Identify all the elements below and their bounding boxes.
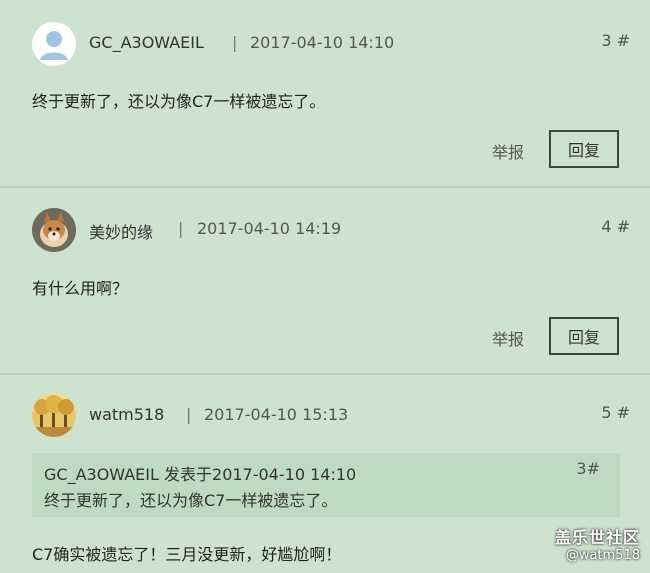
post-floor-4: 美妙的缘 | 2017-04-10 14:19 4 # 有什么用啊？ 举报 回复	[0, 186, 650, 374]
quote-floor-number: 3#	[576, 459, 600, 478]
post-floor-3: GC_A3OWAEIL | 2017-04-10 14:10 3 # 终于更新了…	[0, 0, 650, 186]
username[interactable]: 美妙的缘	[89, 219, 153, 243]
post-time: 2017-04-10 15:13	[204, 405, 349, 424]
autumn-trees-avatar[interactable]	[32, 393, 76, 437]
quoted-reply: GC_A3OWAEIL 发表于2017-04-10 14:10 终于更新了，还以…	[32, 453, 620, 517]
reply-label: 回复	[567, 328, 600, 347]
post-content: 有什么用啊？	[32, 279, 129, 298]
floor-number: 4 #	[601, 217, 630, 236]
post-content: C7确实被遗忘了！三月没更新，好尴尬啊！	[32, 545, 342, 564]
community-watermark: 盖乐世社区 @watm518	[555, 524, 640, 563]
post-time: 2017-04-10 14:10	[250, 33, 395, 52]
report-button[interactable]: 举报	[492, 326, 524, 350]
username[interactable]: GC_A3OWAEIL	[89, 33, 204, 52]
report-button[interactable]: 举报	[492, 139, 524, 163]
reply-button[interactable]: 回复	[549, 317, 619, 355]
reply-label: 回复	[567, 141, 600, 160]
default-user-icon[interactable]	[32, 22, 76, 66]
post-floor-5: watm518 | 2017-04-10 15:13 5 # GC_A3OWAE…	[0, 373, 650, 573]
username[interactable]: watm518	[89, 405, 164, 424]
floor-number: 3 #	[601, 31, 630, 50]
quote-text: 终于更新了，还以为像C7一样被遗忘了。	[44, 491, 338, 510]
dog-photo-avatar[interactable]	[32, 208, 76, 252]
quote-author-line: GC_A3OWAEIL 发表于2017-04-10 14:10	[44, 465, 357, 484]
post-content: 终于更新了，还以为像C7一样被遗忘了。	[32, 92, 326, 111]
floor-number: 5 #	[601, 403, 630, 422]
separator: |	[232, 33, 238, 52]
separator: |	[186, 405, 192, 424]
post-time: 2017-04-10 14:19	[197, 219, 342, 238]
reply-button[interactable]: 回复	[549, 130, 619, 168]
separator: |	[178, 219, 184, 238]
watermark-brand: 盖乐世社区	[554, 528, 640, 547]
watermark-user: @watm518	[565, 548, 640, 563]
